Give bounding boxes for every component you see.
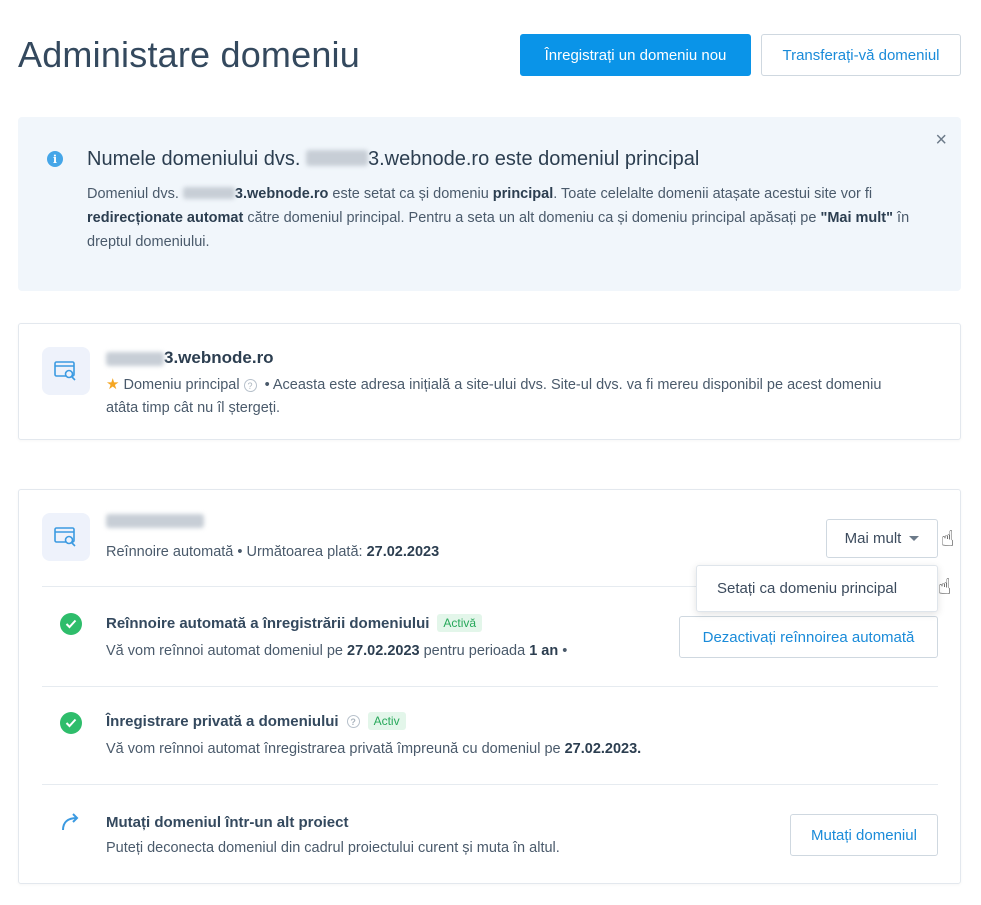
info-text-bold: principal — [492, 186, 554, 202]
domain-search-icon — [42, 347, 90, 395]
more-button-label: Mai mult — [844, 530, 902, 547]
hand-cursor-icon: ☝ — [941, 526, 955, 551]
renewal-description: Vă vom reînnoi automat domeniul pe 27.02… — [106, 643, 567, 659]
privacy-desc-part: Vă vom reînnoi automat înregistrarea pri… — [106, 741, 565, 757]
check-icon — [60, 613, 82, 635]
domain-name-text: 3.webnode.ro — [164, 348, 274, 367]
renewal-desc-part: Vă vom reînnoi automat domeniul pe — [106, 643, 347, 659]
renewal-title-text: Reînnoire automată a înregistrării domen… — [106, 614, 430, 632]
move-description: Puteți deconecta domeniul din cadrul pro… — [106, 840, 560, 856]
secondary-domain-card: Reînnoire automată • Următoarea plată: 2… — [18, 489, 961, 884]
renewal-desc-part: • — [558, 643, 568, 659]
more-button[interactable]: Mai mult — [826, 519, 938, 558]
redacted-text — [182, 186, 235, 199]
transfer-domain-button[interactable]: Transferați-vă domeniul — [761, 34, 961, 76]
domain-search-icon — [42, 513, 90, 561]
info-banner: i × Numele domeniului dvs. 3.webnode.ro … — [18, 117, 961, 291]
info-text-domain: 3.webnode.ro — [234, 186, 329, 202]
status-badge: Activă — [437, 614, 483, 632]
divider — [42, 784, 938, 785]
redacted-text — [106, 351, 164, 366]
renewal-title: Reînnoire automată a înregistrării domen… — [106, 614, 483, 632]
divider — [42, 686, 938, 687]
domain-status: Domeniu principal — [123, 377, 240, 393]
status-badge: Activ — [367, 712, 406, 730]
info-title: Numele domeniului dvs. 3.webnode.ro este… — [87, 148, 699, 171]
info-title-prefix: Numele domeniului dvs. — [87, 148, 306, 170]
info-text: Domeniul dvs. 3.webnode.ro este setat ca… — [87, 182, 937, 254]
domain-description: ★ Domeniu principal? • Aceasta este adre… — [106, 373, 896, 420]
deactivate-renewal-button[interactable]: Dezactivați reînnoirea automată — [679, 616, 938, 658]
domain-renewal-summary: Reînnoire automată • Următoarea plată: 2… — [106, 541, 439, 564]
page-title: Administare domeniu — [18, 34, 360, 75]
move-domain-button[interactable]: Mutați domeniul — [790, 814, 938, 856]
chevron-down-icon — [909, 536, 920, 541]
help-icon[interactable]: ? — [243, 378, 257, 392]
info-text-part: către domeniul principal. Pentru a seta … — [243, 210, 821, 226]
domain-name: 3.webnode.ro — [106, 348, 274, 368]
redacted-domain-name — [106, 514, 204, 528]
next-payment-date: 27.02.2023 — [366, 544, 440, 560]
info-title-suffix: 3.webnode.ro este domeniul principal — [368, 148, 700, 170]
redirect-arrow-icon — [60, 812, 82, 837]
info-text-part: . Toate celelalte domenii atașate acestu… — [553, 186, 873, 202]
privacy-title: Înregistrare privată a domeniului ? Acti… — [106, 712, 406, 730]
star-icon: ★ — [106, 376, 120, 393]
info-text-bold: redirecționate automat — [87, 210, 244, 226]
privacy-title-text: Înregistrare privată a domeniului — [106, 712, 339, 730]
help-icon[interactable]: ? — [346, 714, 360, 728]
redacted-text — [306, 149, 368, 166]
dropdown-set-primary[interactable]: Setați ca domeniu principal — [696, 565, 938, 612]
renewal-period: 1 an — [529, 643, 559, 659]
close-icon[interactable]: × — [935, 129, 947, 152]
info-text-part: Domeniul dvs. — [87, 186, 183, 202]
hand-cursor-icon: ☝ — [938, 574, 952, 599]
check-icon — [60, 712, 82, 734]
renewal-desc-part: pentru perioada — [419, 643, 530, 659]
info-text-bold: "Mai mult" — [820, 210, 894, 226]
renewal-date: 27.02.2023 — [347, 643, 420, 659]
register-domain-button[interactable]: Înregistrați un domeniu nou — [520, 34, 751, 76]
privacy-description: Vă vom reînnoi automat înregistrarea pri… — [106, 741, 641, 757]
info-icon: i — [47, 151, 63, 167]
primary-domain-card: 3.webnode.ro ★ Domeniu principal? • Acea… — [18, 323, 961, 440]
renewal-summary-text: Reînnoire automată • Următoarea plată: — [106, 544, 367, 560]
move-title: Mutați domeniul într-un alt proiect — [106, 814, 349, 831]
info-text-part: este setat ca și domeniu — [328, 186, 493, 202]
privacy-date: 27.02.2023. — [564, 741, 642, 757]
